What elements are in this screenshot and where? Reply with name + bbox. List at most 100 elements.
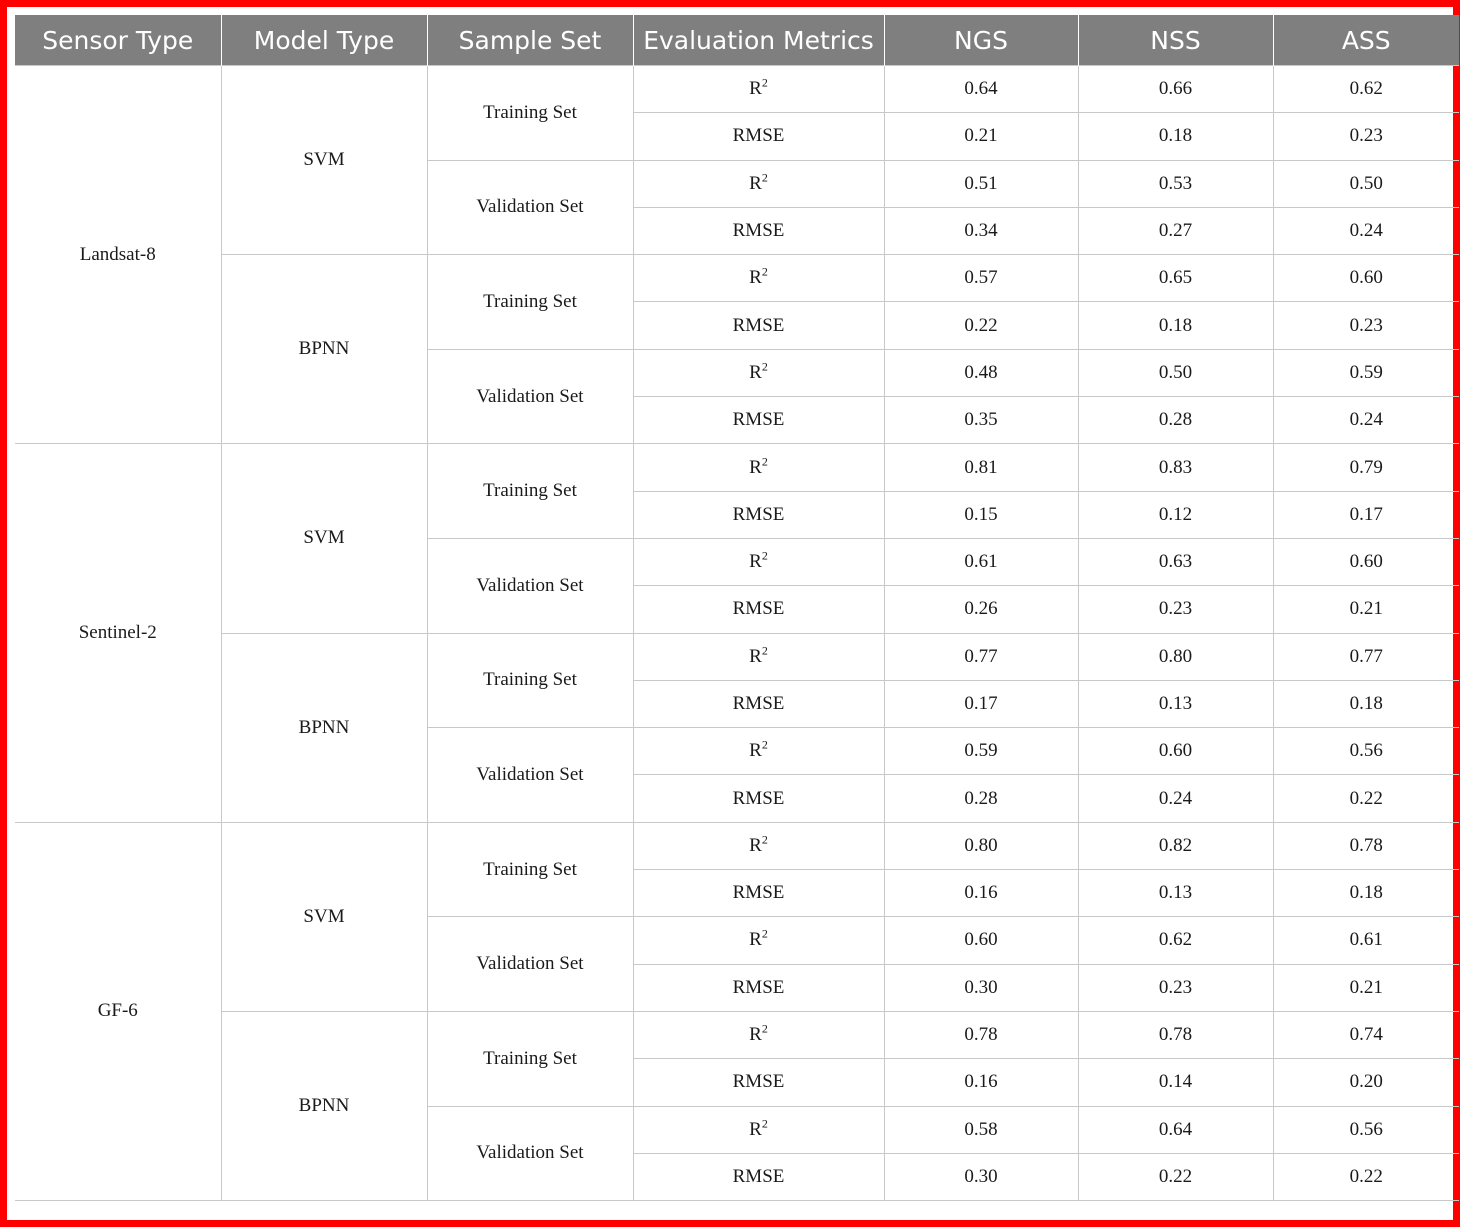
metric-label: RMSE — [732, 598, 785, 620]
sample-set-cell: Training Set — [426, 632, 634, 729]
sample-set-cell: Validation Set — [426, 159, 634, 256]
nss-value-cell: 0.60 — [1077, 727, 1274, 776]
metric-superscript: 2 — [761, 265, 768, 279]
ass-value-cell: 0.24 — [1272, 396, 1459, 445]
metric-superscript: 2 — [761, 832, 768, 847]
nss-value-cell: 0.12 — [1077, 490, 1274, 539]
ass-value-cell: 0.18 — [1272, 869, 1459, 918]
metric-label: RMSE — [732, 503, 785, 525]
metric-superscript: 2 — [761, 643, 768, 658]
model-type-cell: SVM — [220, 64, 428, 256]
metric-superscript: 2 — [761, 548, 768, 563]
header-model-type: Model Type — [220, 15, 428, 66]
metric-superscript: 2 — [761, 927, 768, 942]
metric-label: R — [749, 78, 762, 100]
metric-label: RMSE — [732, 125, 785, 147]
ass-value-cell: 0.21 — [1272, 963, 1459, 1012]
ngs-value-cell: 0.16 — [883, 869, 1079, 918]
metric-cell: RMSE — [632, 774, 885, 823]
ass-value-cell: 0.18 — [1272, 679, 1459, 729]
nss-value-cell: 0.82 — [1077, 821, 1274, 871]
ngs-value-cell: 0.78 — [883, 1010, 1079, 1060]
model-type-cell: SVM — [220, 443, 428, 634]
metric-cell: R2 — [632, 64, 885, 114]
metric-label: RMSE — [732, 1071, 785, 1093]
header-sample-set: Sample Set — [426, 15, 634, 66]
ngs-value-cell: 0.64 — [883, 64, 1079, 114]
nss-value-cell: 0.83 — [1077, 443, 1274, 492]
nss-value-cell: 0.62 — [1077, 916, 1274, 965]
metric-label: RMSE — [732, 220, 785, 242]
metric-label: R — [749, 740, 762, 762]
model-type-cell: SVM — [220, 821, 428, 1012]
ass-value-cell: 0.77 — [1272, 632, 1459, 681]
ngs-value-cell: 0.51 — [883, 159, 1079, 208]
sample-set-cell: Validation Set — [426, 1105, 634, 1202]
sample-set-cell: Validation Set — [426, 537, 634, 634]
ngs-value-cell: 0.81 — [883, 443, 1079, 492]
nss-value-cell: 0.18 — [1077, 112, 1274, 161]
metric-cell: R2 — [632, 1105, 885, 1154]
metric-superscript: 2 — [761, 737, 768, 752]
nss-value-cell: 0.78 — [1077, 1010, 1274, 1060]
table-frame: Sensor Type Model Type Sample Set Evalua… — [0, 0, 1460, 1227]
header-ass: ASS — [1272, 15, 1459, 66]
table-row: BPNN Training Set R2 0.78 0.78 0.74 — [15, 1010, 1459, 1202]
nss-value-cell: 0.23 — [1077, 585, 1274, 634]
metric-cell: R2 — [632, 159, 885, 208]
sample-set-cell: Training Set — [426, 1010, 634, 1107]
header-nss: NSS — [1077, 15, 1274, 66]
metric-superscript: 2 — [761, 1116, 768, 1131]
ngs-value-cell: 0.21 — [883, 112, 1079, 161]
metric-label: R — [749, 456, 762, 478]
nss-value-cell: 0.13 — [1077, 869, 1274, 918]
table-row: BPNN Training Set R2 0.57 0.65 0.60 — [15, 254, 1459, 445]
sample-set-cell: Validation Set — [426, 727, 634, 823]
sensor-type-cell: Sentinel-2 — [15, 443, 222, 823]
results-table: Sensor Type Model Type Sample Set Evalua… — [15, 15, 1459, 1202]
nss-value-cell: 0.63 — [1077, 537, 1274, 587]
ass-value-cell: 0.22 — [1272, 1152, 1459, 1202]
ass-value-cell: 0.74 — [1272, 1010, 1459, 1060]
ass-value-cell: 0.59 — [1272, 348, 1459, 398]
table-row: BPNN Training Set R2 0.77 0.80 0.77 — [15, 632, 1459, 823]
metric-cell: R2 — [632, 632, 885, 681]
sensor-type-cell: Landsat-8 — [15, 64, 222, 445]
nss-value-cell: 0.13 — [1077, 679, 1274, 729]
metric-cell: RMSE — [632, 1152, 885, 1202]
metric-cell: RMSE — [632, 112, 885, 161]
nss-value-cell: 0.66 — [1077, 64, 1274, 114]
table-row: Landsat-8 SVM Training Set R2 0.64 0.66 0.62 — [15, 64, 1459, 445]
header-evaluation-metrics: Evaluation Metrics — [632, 15, 885, 66]
metric-cell: R2 — [632, 443, 885, 492]
ass-value-cell: 0.50 — [1272, 159, 1459, 208]
ngs-value-cell: 0.15 — [883, 490, 1079, 539]
metric-label: R — [749, 929, 762, 951]
nss-value-cell: 0.18 — [1077, 301, 1274, 350]
metric-label: RMSE — [732, 882, 785, 904]
metric-cell: R2 — [632, 348, 885, 398]
nss-value-cell: 0.27 — [1077, 206, 1274, 256]
metric-cell: R2 — [632, 254, 885, 303]
nss-value-cell: 0.14 — [1077, 1058, 1274, 1107]
ass-value-cell: 0.61 — [1272, 916, 1459, 965]
ngs-value-cell: 0.28 — [883, 774, 1079, 823]
sample-set-cell: Training Set — [426, 254, 634, 350]
metric-cell: RMSE — [632, 869, 885, 918]
metric-label: RMSE — [732, 787, 785, 809]
sensor-type-cell: GF-6 — [15, 821, 222, 1202]
metric-label: RMSE — [732, 976, 785, 998]
ass-value-cell: 0.20 — [1272, 1058, 1459, 1107]
sample-set-cell: Training Set — [426, 821, 634, 918]
ngs-value-cell: 0.16 — [883, 1058, 1079, 1107]
ngs-value-cell: 0.57 — [883, 254, 1079, 303]
nss-value-cell: 0.24 — [1077, 774, 1274, 823]
ass-value-cell: 0.23 — [1272, 301, 1459, 350]
ass-value-cell: 0.62 — [1272, 64, 1459, 114]
metric-label: RMSE — [732, 409, 785, 431]
ass-value-cell: 0.60 — [1272, 254, 1459, 303]
model-type-cell: BPNN — [220, 632, 428, 823]
ngs-value-cell: 0.61 — [883, 537, 1079, 587]
ngs-value-cell: 0.30 — [883, 1152, 1079, 1202]
ngs-value-cell: 0.77 — [883, 632, 1079, 681]
